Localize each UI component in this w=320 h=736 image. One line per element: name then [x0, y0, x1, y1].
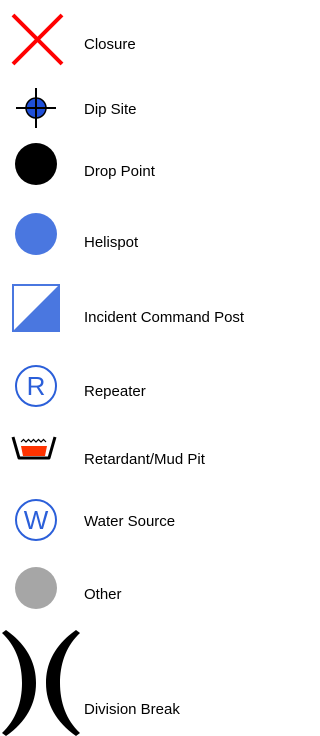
legend-item-closure: Closure	[0, 0, 298, 88]
water-source-w-circle-icon: W	[15, 499, 57, 541]
legend-item-other: Other	[0, 566, 298, 616]
legend-item-retardant-mud-pit: Retardant/Mud Pit	[0, 434, 298, 484]
legend-label: Incident Command Post	[84, 309, 245, 326]
legend-label: Closure	[84, 36, 136, 53]
legend-item-water-source: W Water Source	[0, 498, 298, 548]
legend-item-incident-command-post: Incident Command Post	[0, 284, 298, 344]
repeater-r-circle-icon: R	[15, 365, 57, 407]
dip-site-crosshair-icon	[16, 88, 56, 128]
drop-point-circle-icon	[15, 143, 57, 185]
svg-text:W: W	[24, 505, 49, 535]
legend-label: Helispot	[84, 234, 139, 251]
legend-item-helispot: Helispot	[0, 212, 298, 272]
helispot-circle-icon	[15, 213, 57, 255]
legend-item-dip-site: Dip Site	[0, 88, 298, 148]
legend-item-division-break: Division Break	[0, 630, 298, 736]
legend-label: Repeater	[84, 383, 146, 400]
legend-item-repeater: R Repeater	[0, 364, 298, 414]
legend-label: Dip Site	[84, 101, 137, 118]
legend-label: Water Source	[84, 513, 176, 530]
legend-item-drop-point: Drop Point	[0, 142, 298, 202]
legend-label: Other	[84, 586, 122, 603]
legend-label: Retardant/Mud Pit	[84, 451, 205, 468]
division-break-icon	[2, 630, 80, 736]
retardant-mud-pit-icon	[11, 436, 57, 460]
incident-command-post-icon	[12, 284, 60, 332]
legend-label: Division Break	[84, 701, 180, 718]
svg-text:R: R	[27, 371, 46, 401]
legend-label: Drop Point	[84, 163, 155, 180]
closure-x-icon	[11, 13, 64, 66]
other-circle-icon	[15, 567, 57, 609]
